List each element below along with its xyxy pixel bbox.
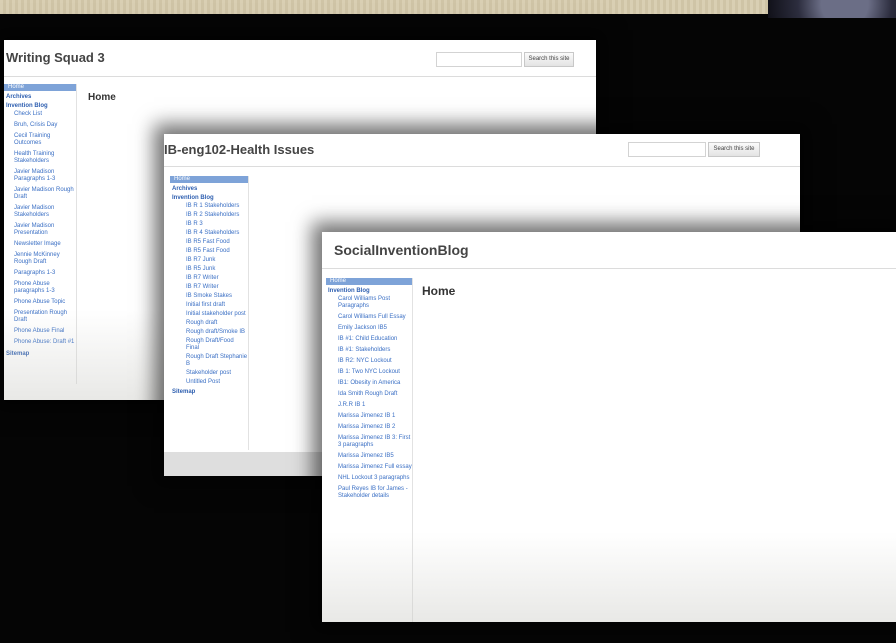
nav-item[interactable]: Marissa Jimenez IB 1: [326, 413, 412, 424]
nav-list: Carol Williams Post Paragraphs Carol Wil…: [326, 296, 412, 504]
nav-item[interactable]: Newsletter Image: [4, 241, 76, 252]
nav-item-home[interactable]: Home: [4, 84, 76, 91]
nav-item[interactable]: IB #1: Child Education: [326, 336, 412, 347]
header-divider: [322, 268, 896, 269]
header-divider: [4, 76, 596, 77]
nav-item[interactable]: IB R7 Writer: [170, 275, 248, 284]
nav-item-sitemap[interactable]: Sitemap: [170, 388, 248, 397]
nav-item[interactable]: Emily Jackson IB5: [326, 325, 412, 336]
search-input[interactable]: [628, 142, 706, 157]
nav-item[interactable]: IB R5 Fast Food: [170, 248, 248, 257]
nav-item[interactable]: Rough draft: [170, 320, 248, 329]
site-title[interactable]: SocialInventionBlog: [334, 242, 469, 258]
nav-item[interactable]: Phone Abuse: Draft #1: [4, 339, 76, 350]
nav-item[interactable]: IB R5 Junk: [170, 266, 248, 275]
nav-item[interactable]: Check List: [4, 111, 76, 122]
nav-item[interactable]: Marissa Jimenez IB 3: First 3 paragraphs: [326, 435, 412, 453]
nav-item[interactable]: IB R2: NYC Lockout: [326, 358, 412, 369]
nav-item[interactable]: Javier Madison Stakeholders: [4, 205, 76, 223]
nav-item[interactable]: Marissa Jimenez IB5: [326, 453, 412, 464]
nav-item[interactable]: Initial first draft: [170, 302, 248, 311]
corner-photo: [768, 0, 896, 18]
nav-list: Check List Bruh, Crisis Day Cecil Traini…: [4, 111, 76, 350]
nav-item-archives[interactable]: Archives: [170, 185, 248, 194]
nav-section-invention-blog[interactable]: Invention Blog: [4, 102, 76, 111]
desk-surface: [0, 0, 896, 14]
site-title[interactable]: IB-eng102-Health Issues: [164, 142, 314, 157]
nav-item[interactable]: Ida Smith Rough Draft: [326, 391, 412, 402]
nav-section-invention-blog[interactable]: Invention Blog: [170, 194, 248, 203]
nav-item[interactable]: IB R 4 Stakeholders: [170, 230, 248, 239]
nav-item[interactable]: Javier Madison Presentation: [4, 223, 76, 241]
nav-item[interactable]: IB #1: Stakeholders: [326, 347, 412, 358]
nav-item[interactable]: Marissa Jimenez Full essay: [326, 464, 412, 475]
nav-list: IB R 1 Stakeholders IB R 2 Stakeholders …: [170, 203, 248, 388]
nav-item[interactable]: Javier Madison Rough Draft: [4, 187, 76, 205]
nav-item[interactable]: Rough Draft/Food Final: [170, 338, 248, 354]
nav-item-archives[interactable]: Archives: [4, 93, 76, 102]
nav-item[interactable]: Rough Draft Stephanie B: [170, 354, 248, 370]
nav-item[interactable]: Initial stakeholder post: [170, 311, 248, 320]
nav-item-home[interactable]: Home: [170, 176, 248, 183]
nav-item[interactable]: IB R 1 Stakeholders: [170, 203, 248, 212]
nav-item[interactable]: Stakeholder post: [170, 370, 248, 379]
nav-item[interactable]: IB1: Obesity in America: [326, 380, 412, 391]
nav-item[interactable]: IB R5 Fast Food: [170, 239, 248, 248]
header-divider: [164, 166, 800, 167]
site-title[interactable]: Writing Squad 3: [6, 50, 105, 65]
nav-item[interactable]: Javier Madison Paragraphs 1-3: [4, 169, 76, 187]
search-button[interactable]: Search this site: [708, 142, 760, 157]
search-input[interactable]: [436, 52, 522, 67]
nav-item[interactable]: IB R7 Writer: [170, 284, 248, 293]
sidebar-nav: Home Archives Invention Blog IB R 1 Stak…: [170, 176, 249, 450]
window-social-invention-blog: SocialInventionBlog Home Invention Blog …: [322, 232, 896, 622]
nav-item-home[interactable]: Home: [326, 278, 412, 285]
nav-item[interactable]: Phone Abuse Final: [4, 328, 76, 339]
nav-item[interactable]: Jennie McKinney Rough Draft: [4, 252, 76, 270]
nav-item[interactable]: Phone Abuse Topic: [4, 299, 76, 310]
nav-item[interactable]: Bruh, Crisis Day: [4, 122, 76, 133]
nav-item[interactable]: Phone Abuse paragraphs 1-3: [4, 281, 76, 299]
page-title: Home: [88, 92, 116, 103]
nav-item[interactable]: Cecil Training Outcomes: [4, 133, 76, 151]
nav-item[interactable]: IB Smoke Stakes: [170, 293, 248, 302]
sidebar-nav: Home Invention Blog Carol Williams Post …: [326, 278, 413, 622]
nav-item[interactable]: IB R 3: [170, 221, 248, 230]
nav-item[interactable]: Presentation Rough Draft: [4, 310, 76, 328]
search-button[interactable]: Search this site: [524, 52, 574, 67]
nav-item[interactable]: Marissa Jimenez IB 2: [326, 424, 412, 435]
nav-item[interactable]: Carol Williams Post Paragraphs: [326, 296, 412, 314]
nav-item[interactable]: NHL Lockout 3 paragraphs: [326, 475, 412, 486]
sidebar-nav: Home Archives Invention Blog Check List …: [4, 84, 77, 384]
nav-item[interactable]: Rough draft/Smoke IB: [170, 329, 248, 338]
nav-item[interactable]: Paul Reyes IB for James - Stakeholder de…: [326, 486, 412, 504]
nav-section-invention-blog[interactable]: Invention Blog: [326, 287, 412, 296]
nav-item[interactable]: Health Training Stakeholders: [4, 151, 76, 169]
nav-item-sitemap[interactable]: Sitemap: [4, 350, 76, 359]
nav-item[interactable]: J.R.R IB 1: [326, 402, 412, 413]
nav-item[interactable]: Paragraphs 1-3: [4, 270, 76, 281]
nav-item[interactable]: IB 1: Two NYC Lockout: [326, 369, 412, 380]
nav-item[interactable]: Carol Williams Full Essay: [326, 314, 412, 325]
page-title: Home: [422, 284, 456, 298]
nav-item[interactable]: IB R 2 Stakeholders: [170, 212, 248, 221]
nav-item[interactable]: IB R7 Junk: [170, 257, 248, 266]
nav-item[interactable]: Untitled Post: [170, 379, 248, 388]
